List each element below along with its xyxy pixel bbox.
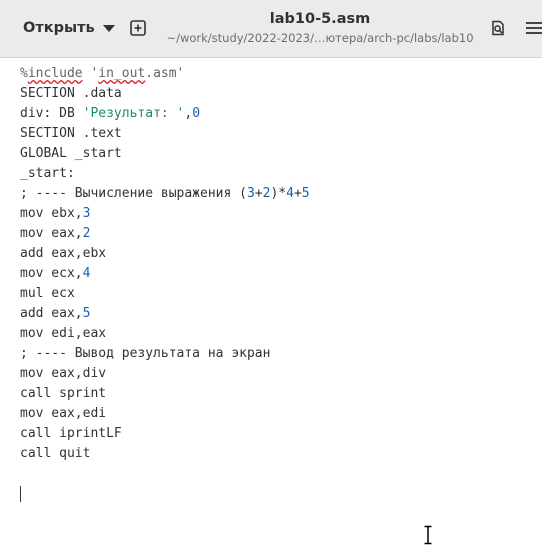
code-line: mov eax,2 <box>20 226 91 241</box>
text-cursor <box>20 486 21 502</box>
code-line: GLOBAL _start <box>20 146 122 161</box>
code-line: _start: <box>20 166 75 181</box>
code-line: mov ecx,4 <box>20 266 91 281</box>
hamburger-menu-icon <box>526 22 542 34</box>
code-line: add eax,5 <box>20 306 91 321</box>
file-path: ~/work/study/2022-2023/…ютера/arch-pc/la… <box>166 31 474 45</box>
code-line: ; ---- Вычисление выражения (3+2)*4+5 <box>20 186 310 201</box>
code-line: SECTION .data <box>20 86 122 101</box>
header-bar: Открыть lab10-5.asm ~/work/study/2022-20… <box>0 0 542 58</box>
code-line: mov ebx,3 <box>20 206 91 221</box>
code-line: %include 'in_out.asm' <box>20 66 185 81</box>
code-line: add eax,ebx <box>20 246 107 261</box>
open-button[interactable]: Открыть <box>12 12 115 44</box>
code-line: mov eax,div <box>20 366 107 381</box>
code-editor[interactable]: %include 'in_out.asm' SECTION .data div:… <box>0 58 542 556</box>
code-line: ; ---- Вывод результата на экран <box>20 346 271 361</box>
chevron-down-icon <box>102 25 115 32</box>
code-line: SECTION .text <box>20 126 122 141</box>
code-line: mul ecx <box>20 286 75 301</box>
ibeam-pointer-icon <box>424 525 432 545</box>
search-button[interactable] <box>482 12 514 44</box>
code-line: call iprintLF <box>20 426 122 441</box>
search-document-icon <box>492 20 504 36</box>
code-line: mov eax,edi <box>20 406 107 421</box>
window-title: lab10-5.asm <box>269 11 371 27</box>
main-menu-button[interactable] <box>524 12 542 44</box>
code-line: call quit <box>20 446 91 461</box>
open-button-label: Открыть <box>23 20 95 36</box>
code-line: call sprint <box>20 386 107 401</box>
code-line: div: DB 'Результат: ',0 <box>20 106 201 121</box>
code-line: mov edi,eax <box>20 326 107 341</box>
new-tab-plus-icon <box>130 20 146 36</box>
new-tab-button[interactable] <box>122 12 154 44</box>
